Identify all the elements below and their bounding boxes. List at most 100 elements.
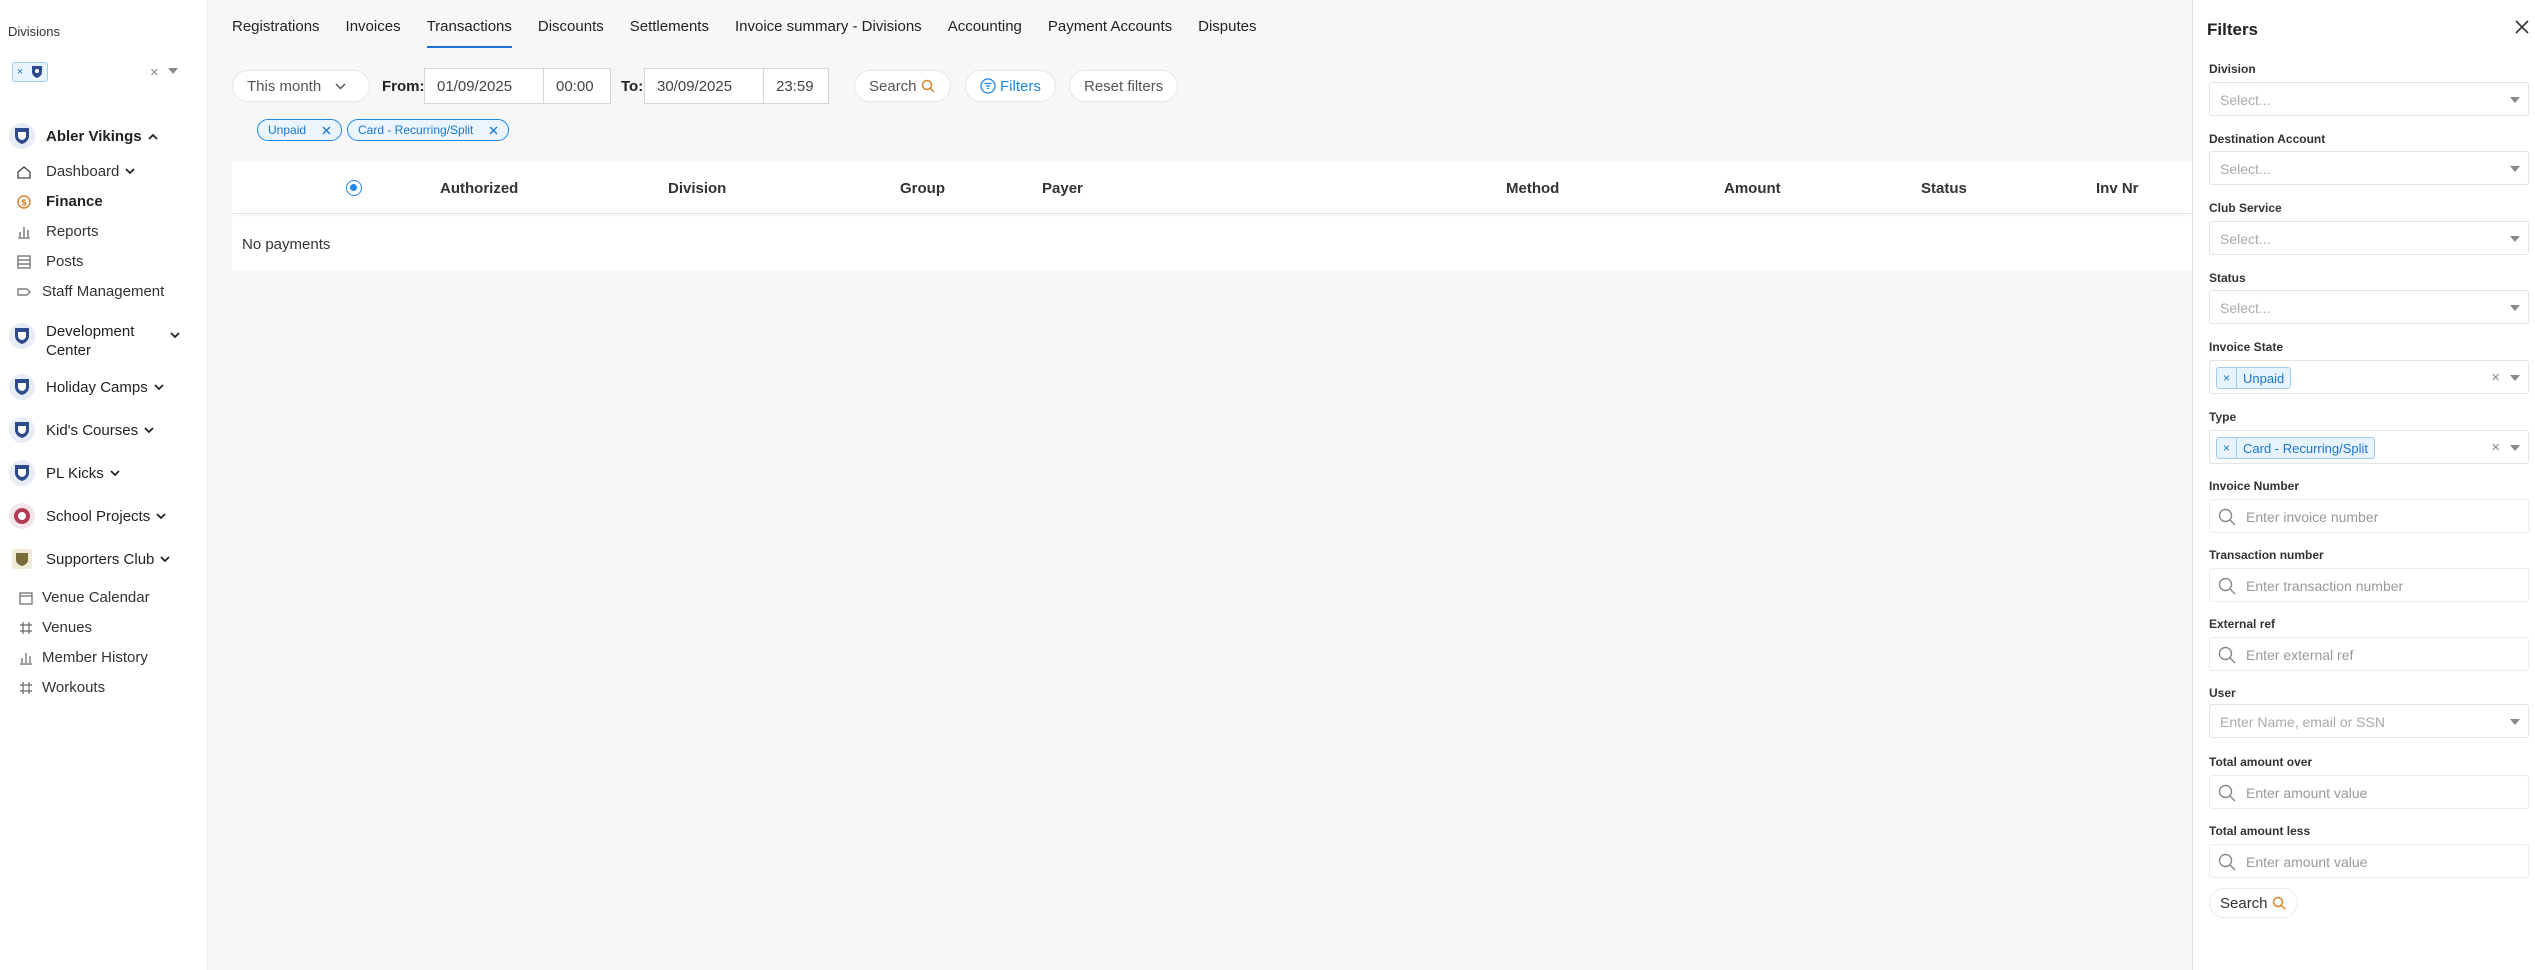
- sidebar-item-venues[interactable]: Venues: [18, 619, 92, 636]
- column-header-payer[interactable]: Payer: [1042, 180, 1083, 197]
- division-clear-icon[interactable]: ×: [150, 64, 159, 81]
- external-ref-input[interactable]: Enter external ref: [2209, 637, 2529, 671]
- user-placeholder: Enter Name, email or SSN: [2220, 714, 2385, 730]
- club-supporters-club[interactable]: Supporters Club: [8, 545, 171, 573]
- chevron-down-icon[interactable]: [125, 168, 136, 175]
- reset-filters-button[interactable]: Reset filters: [1069, 70, 1179, 102]
- chevron-up-icon[interactable]: [147, 133, 158, 140]
- destination-account-select[interactable]: Select...: [2209, 151, 2529, 185]
- column-header-authorized[interactable]: Authorized: [440, 180, 518, 197]
- club-abler-vikings[interactable]: Abler Vikings: [8, 122, 158, 150]
- clear-icon[interactable]: ×: [2491, 439, 2500, 456]
- from-date-input[interactable]: 01/09/2025: [424, 68, 544, 104]
- filters-button[interactable]: Filters: [965, 70, 1056, 102]
- transaction-number-placeholder: Enter transaction number: [2246, 578, 2404, 594]
- club-kids-courses[interactable]: Kid's Courses: [8, 416, 154, 444]
- chevron-down-icon: [2510, 305, 2520, 311]
- chip-remove-icon[interactable]: ×: [2217, 438, 2238, 458]
- transactions-table: Authorized Division Group Payer Method A…: [232, 162, 2192, 270]
- user-select[interactable]: Enter Name, email or SSN: [2209, 704, 2529, 738]
- tab-disputes[interactable]: Disputes: [1198, 18, 1256, 48]
- division-select[interactable]: × ×: [8, 58, 178, 86]
- chevron-down-icon: [2510, 236, 2520, 242]
- club-label: Abler Vikings: [46, 127, 142, 145]
- period-value: This month: [247, 77, 322, 95]
- invoice-number-input[interactable]: Enter invoice number: [2209, 499, 2529, 533]
- division-select[interactable]: Select...: [2209, 82, 2529, 116]
- sidebar-item-label: Venue Calendar: [42, 589, 150, 606]
- club-label: Supporters Club: [46, 550, 155, 568]
- club-service-select[interactable]: Select...: [2209, 221, 2529, 255]
- type-label: Type: [2209, 410, 2237, 424]
- tab-accounting[interactable]: Accounting: [948, 18, 1022, 48]
- tab-invoice-summary-divisions[interactable]: Invoice summary - Divisions: [735, 18, 922, 48]
- close-icon[interactable]: [489, 126, 498, 135]
- to-time-input[interactable]: 23:59: [763, 68, 829, 104]
- chevron-down-icon[interactable]: [154, 383, 164, 391]
- search-icon: [921, 79, 935, 93]
- club-development-center[interactable]: Development Center: [8, 322, 134, 360]
- filters-search-button[interactable]: Search: [2209, 888, 2298, 918]
- chip-label: Card - Recurring/Split: [2243, 440, 2369, 456]
- from-time-input[interactable]: 00:00: [543, 68, 611, 104]
- bar-chart-icon: [18, 226, 30, 239]
- transaction-number-input[interactable]: Enter transaction number: [2209, 568, 2529, 602]
- column-header-status[interactable]: Status: [1921, 180, 1967, 197]
- sidebar-item-workouts[interactable]: Workouts: [18, 679, 105, 696]
- period-select[interactable]: This month: [232, 70, 370, 102]
- external-ref-placeholder: Enter external ref: [2246, 647, 2354, 663]
- close-icon[interactable]: [2515, 20, 2529, 34]
- sidebar-item-staff-management[interactable]: Staff Management: [16, 283, 164, 300]
- search-button[interactable]: Search: [854, 70, 951, 102]
- club-crest-icon: [9, 503, 35, 529]
- search-icon: [2218, 577, 2236, 595]
- column-header-inv-nr[interactable]: Inv Nr: [2096, 180, 2139, 197]
- status-select[interactable]: Select...: [2209, 290, 2529, 324]
- chevron-down-icon[interactable]: [160, 555, 171, 563]
- total-amount-over-label: Total amount over: [2209, 755, 2313, 769]
- chip-remove-icon[interactable]: ×: [2217, 368, 2238, 388]
- hash-icon: [20, 681, 32, 694]
- tab-settlements[interactable]: Settlements: [630, 18, 709, 48]
- club-label: Kid's Courses: [46, 421, 139, 439]
- club-service-label: Club Service: [2209, 201, 2282, 215]
- column-header-amount[interactable]: Amount: [1724, 180, 1781, 197]
- sidebar-item-reports[interactable]: Reports: [16, 223, 99, 240]
- tab-discounts[interactable]: Discounts: [538, 18, 604, 48]
- sidebar-item-member-history[interactable]: Member History: [18, 649, 148, 666]
- club-holiday-camps[interactable]: Holiday Camps: [8, 373, 164, 401]
- sidebar-item-label: Member History: [42, 649, 148, 666]
- tab-transactions[interactable]: Transactions: [426, 18, 512, 48]
- amount-over-placeholder: Enter amount value: [2246, 785, 2368, 801]
- sidebar-item-dashboard[interactable]: Dashboard: [16, 163, 136, 180]
- type-select[interactable]: × Card - Recurring/Split ×: [2209, 430, 2529, 464]
- division-chip[interactable]: ×: [12, 62, 48, 82]
- chevron-down-icon[interactable]: [110, 469, 120, 477]
- club-pl-kicks[interactable]: PL Kicks: [8, 459, 120, 487]
- sidebar-item-finance[interactable]: $ Finance: [16, 193, 103, 210]
- sidebar-item-posts[interactable]: Posts: [16, 253, 84, 270]
- column-header-division[interactable]: Division: [668, 180, 726, 197]
- club-school-projects[interactable]: School Projects: [8, 502, 166, 530]
- to-date-input[interactable]: 30/09/2025: [644, 68, 764, 104]
- sidebar-item-venue-calendar[interactable]: Venue Calendar: [18, 589, 150, 606]
- chevron-down-icon[interactable]: [156, 512, 166, 520]
- select-all-radio[interactable]: [346, 180, 362, 196]
- status-label: Status: [2209, 271, 2246, 285]
- tab-invoices[interactable]: Invoices: [346, 18, 401, 48]
- total-amount-over-input[interactable]: Enter amount value: [2209, 775, 2529, 809]
- tab-registrations[interactable]: Registrations: [232, 18, 320, 48]
- division-chip-remove-icon[interactable]: ×: [17, 66, 23, 78]
- active-filter-chip: Unpaid: [257, 119, 343, 141]
- chevron-down-icon[interactable]: [168, 68, 178, 74]
- tab-payment-accounts[interactable]: Payment Accounts: [1048, 18, 1172, 48]
- search-label: Search: [869, 77, 917, 95]
- column-header-method[interactable]: Method: [1506, 180, 1559, 197]
- close-icon[interactable]: [322, 126, 331, 135]
- chevron-down-icon[interactable]: [170, 332, 180, 339]
- column-header-group[interactable]: Group: [900, 180, 945, 197]
- chevron-down-icon[interactable]: [144, 426, 154, 434]
- clear-icon[interactable]: ×: [2491, 369, 2500, 386]
- invoice-state-select[interactable]: × Unpaid ×: [2209, 360, 2529, 394]
- total-amount-less-input[interactable]: Enter amount value: [2209, 844, 2529, 878]
